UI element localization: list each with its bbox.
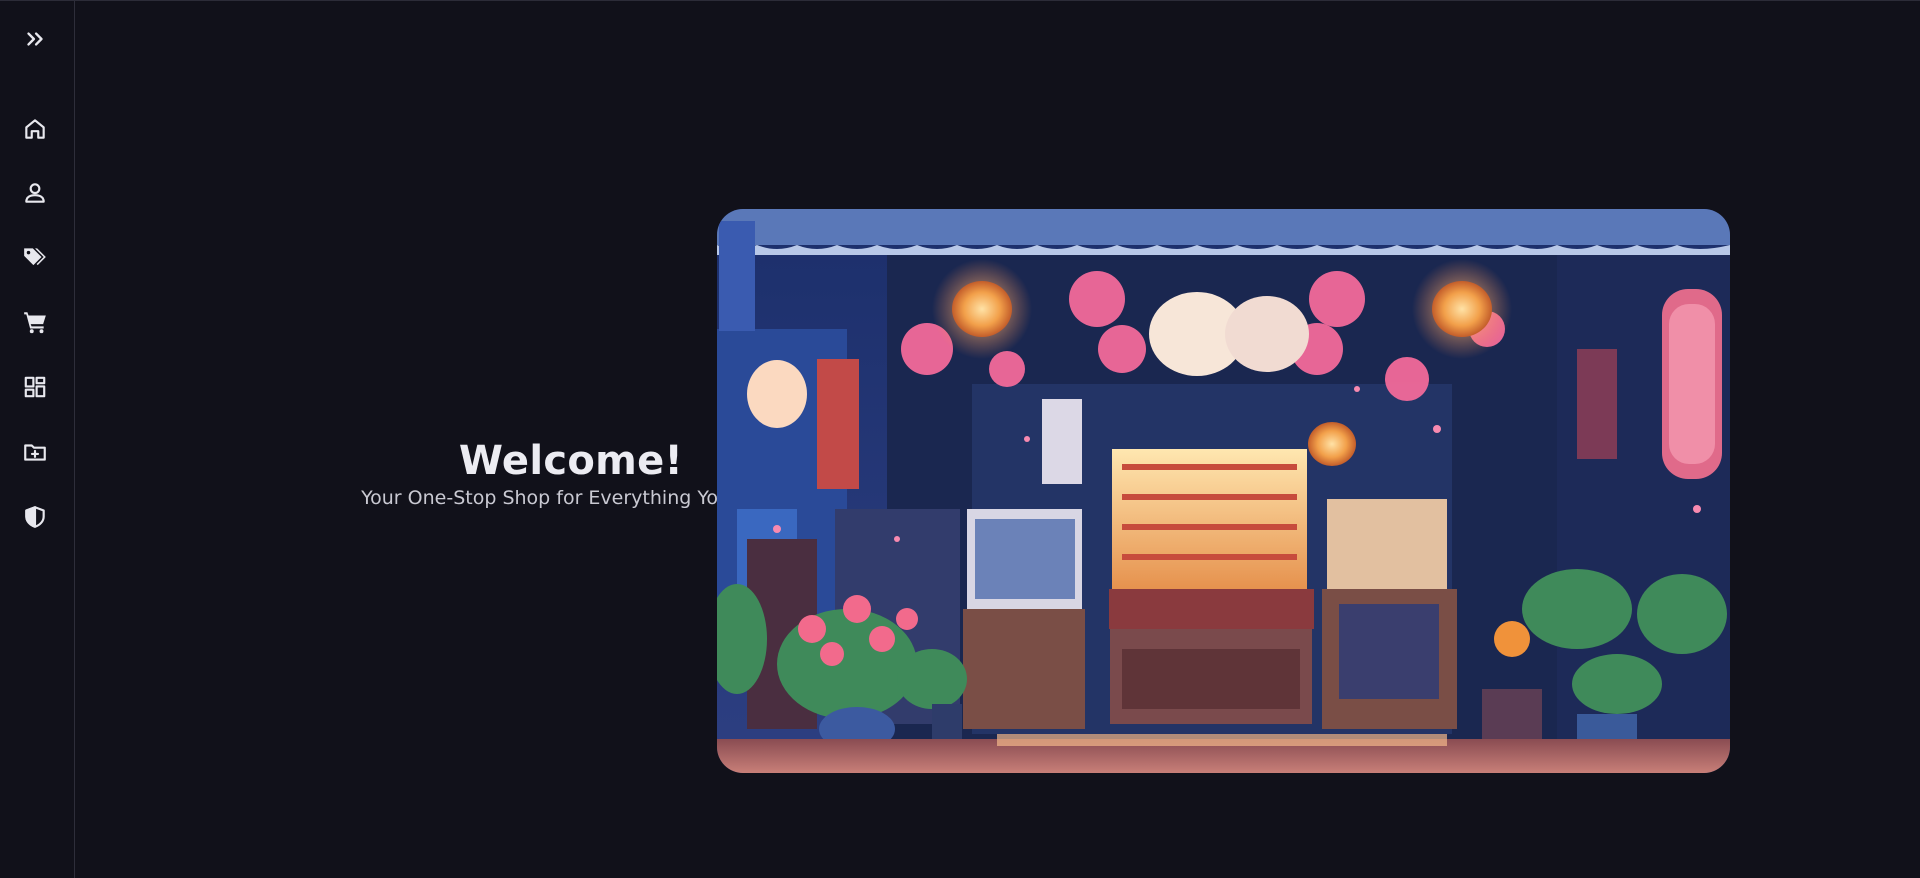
sidebar-item-security[interactable]: [15, 497, 55, 537]
sidebar-item-profile[interactable]: [15, 173, 55, 213]
user-icon: [25, 183, 45, 203]
sidebar-item-home[interactable]: [15, 109, 55, 149]
sidebar-item-add-folder[interactable]: [15, 432, 55, 472]
hero-image-shop-illustration: [717, 209, 1730, 773]
folder-plus-icon: [24, 444, 46, 461]
sidebar: [0, 1, 75, 878]
dashboard-icon: [24, 376, 46, 398]
cart-icon: [24, 312, 46, 334]
tags-icon: [24, 248, 46, 266]
sidebar-item-dashboard[interactable]: [15, 367, 55, 407]
home-icon: [25, 119, 45, 139]
shield-icon: [25, 506, 45, 528]
sidebar-item-cart[interactable]: [15, 302, 55, 342]
sidebar-item-deals[interactable]: [15, 237, 55, 277]
expand-sidebar-button[interactable]: [15, 19, 55, 59]
chevrons-right-icon: [27, 32, 43, 46]
